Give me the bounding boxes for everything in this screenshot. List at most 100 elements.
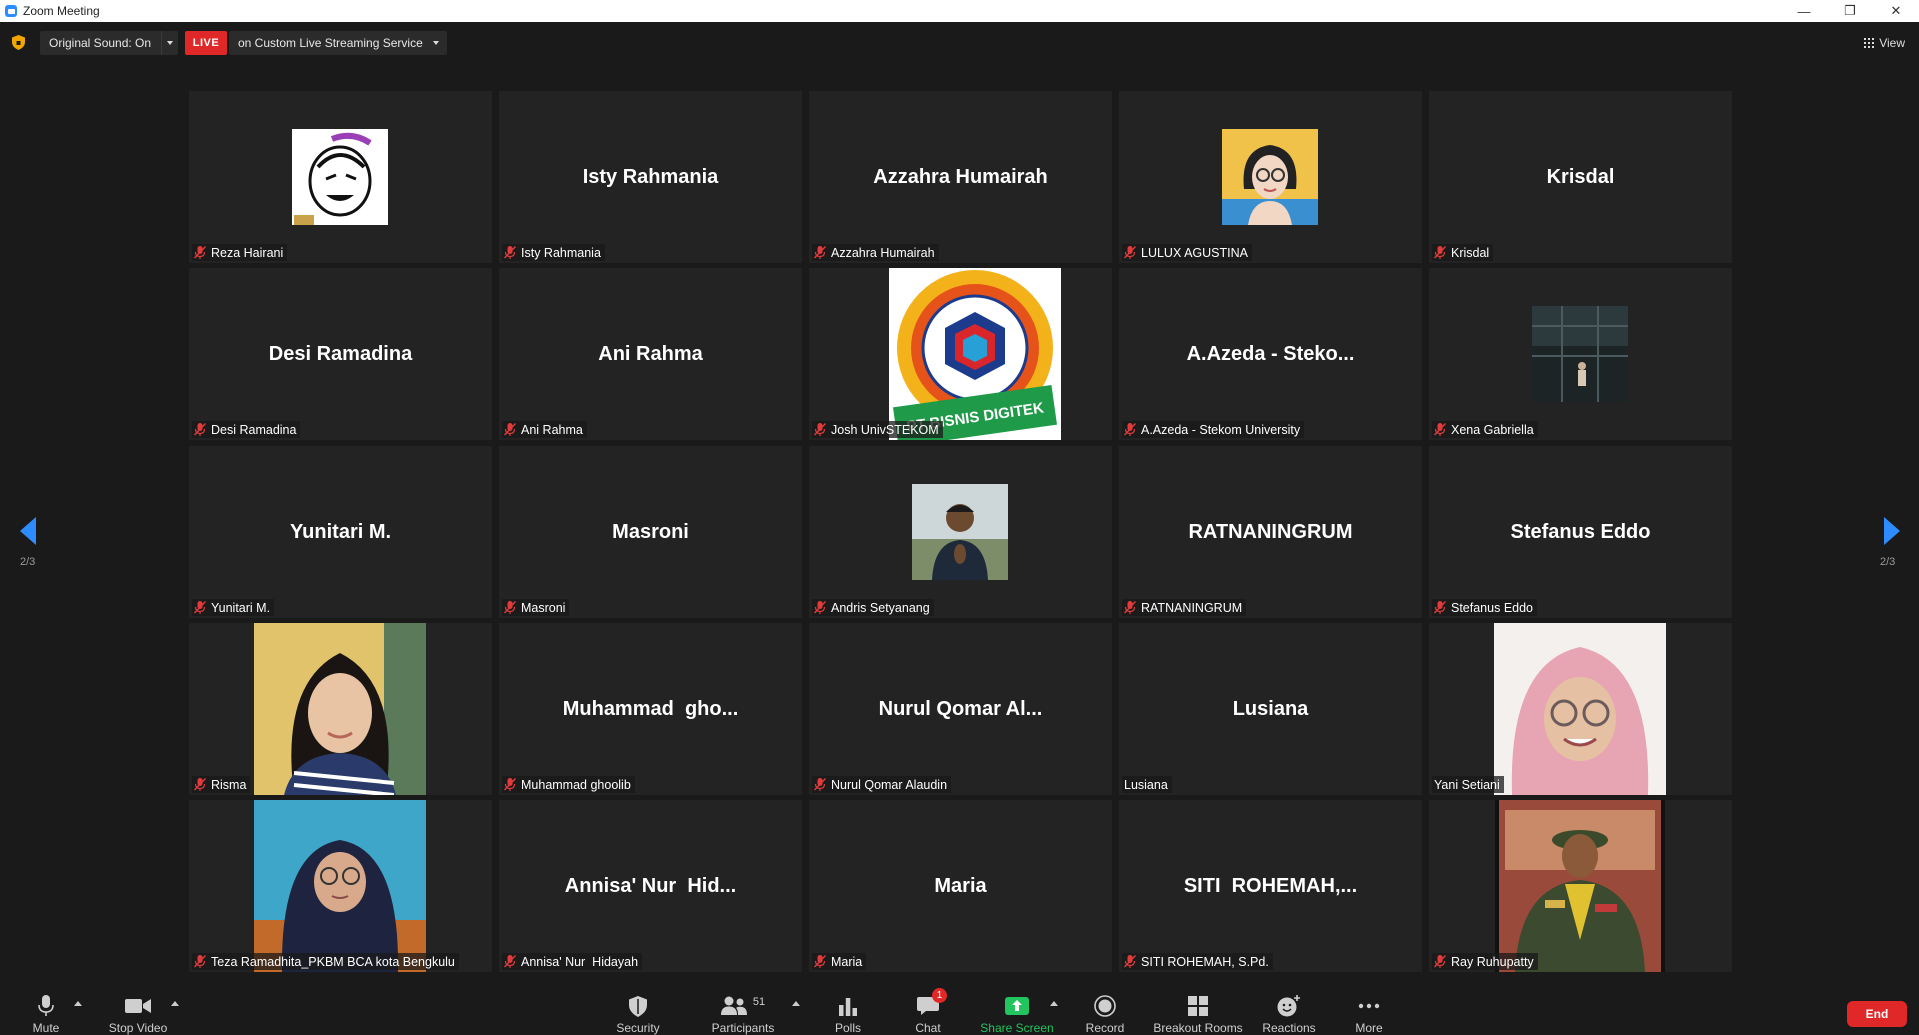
microphone-icon	[38, 995, 54, 1016]
muted-microphone-icon	[1434, 601, 1446, 614]
participant-tile[interactable]: PT BISNIS DIGITEK Josh UnivSTEKOM	[809, 268, 1112, 440]
view-button[interactable]: View	[1864, 36, 1905, 50]
muted-microphone-icon	[814, 778, 826, 791]
muted-microphone-icon	[814, 955, 826, 968]
muted-microphone-icon	[1434, 423, 1446, 436]
participant-name: Andris Setyanang	[831, 600, 930, 615]
muted-microphone-icon	[1124, 423, 1136, 436]
mute-label: Mute	[32, 1021, 60, 1035]
stop-video-label: Stop Video	[108, 1021, 168, 1035]
encryption-shield-icon[interactable]	[12, 35, 25, 50]
participant-tile[interactable]: Ray Ruhupatty	[1429, 800, 1732, 972]
title-bar: Zoom Meeting — ❐ ✕	[0, 0, 1919, 22]
participant-tile[interactable]: Andris Setyanang	[809, 446, 1112, 618]
muted-microphone-icon	[194, 955, 206, 968]
mute-button[interactable]: Mute	[28, 985, 64, 1035]
polls-bar-chart-icon	[839, 998, 857, 1016]
participant-tile[interactable]: Lusiana Lusiana	[1119, 623, 1422, 795]
participant-name-label: Azzahra Humairah	[812, 244, 939, 261]
participant-video	[1495, 800, 1665, 972]
video-options-caret-icon[interactable]	[171, 1001, 179, 1006]
participant-name: Nurul Qomar Alaudin	[831, 777, 948, 792]
audio-options-caret-icon[interactable]	[74, 1001, 82, 1006]
chat-button[interactable]: 1 Chat	[910, 985, 947, 1035]
stop-video-button[interactable]: Stop Video	[106, 985, 170, 1035]
next-page-arrow-icon[interactable]	[1884, 517, 1900, 545]
record-label: Record	[1085, 1021, 1125, 1035]
more-button[interactable]: More	[1352, 985, 1386, 1035]
participant-tile[interactable]: Ani Rahma Ani Rahma	[499, 268, 802, 440]
share-screen-button[interactable]: Share Screen	[979, 985, 1055, 1035]
participant-name-label: Muhammad ghoolib	[502, 776, 635, 793]
participant-name: Reza Hairani	[211, 245, 284, 260]
participant-tile[interactable]: Xena Gabriella	[1429, 268, 1732, 440]
close-button[interactable]: ✕	[1873, 0, 1919, 22]
participant-tile[interactable]: Desi Ramadina Desi Ramadina	[189, 268, 492, 440]
restore-button[interactable]: ❐	[1827, 0, 1873, 22]
participants-button[interactable]: 51 Participants	[710, 985, 776, 1035]
reactions-button[interactable]: Reactions	[1262, 985, 1316, 1035]
participant-tile[interactable]: Isty Rahmania Isty Rahmania	[499, 91, 802, 263]
participant-name: Muhammad ghoolib	[521, 777, 631, 792]
muted-microphone-icon	[504, 423, 516, 436]
company-logo-image: PT BISNIS DIGITEK	[889, 268, 1061, 440]
participants-count: 51	[752, 996, 766, 1008]
muted-microphone-icon	[814, 423, 826, 436]
participant-name: Teza Ramadhita_PKBM BCA kota Bengkulu	[211, 954, 455, 969]
participant-name-label: Lusiana	[1122, 776, 1172, 793]
participant-tile[interactable]: A.Azeda - Steko... A.Azeda - Stekom Unive…	[1119, 268, 1422, 440]
participant-photo	[912, 484, 1008, 580]
participant-name-label: Maria	[812, 953, 867, 970]
participant-tile[interactable]: Reza Hairani	[189, 91, 492, 263]
live-badge: LIVE	[185, 31, 227, 55]
participant-tile[interactable]: Maria Maria	[809, 800, 1112, 972]
share-options-caret-icon[interactable]	[1050, 1001, 1058, 1006]
participant-name: LULUX AGUSTINA	[1141, 245, 1248, 260]
participant-photo	[1532, 306, 1628, 402]
participant-name-label: Stefanus Eddo	[1432, 599, 1538, 616]
participant-tile[interactable]: LULUX AGUSTINA	[1119, 91, 1422, 263]
participant-tile[interactable]: Azzahra Humairah Azzahra Humairah	[809, 91, 1112, 263]
participant-tile[interactable]: Krisdal Krisdal	[1429, 91, 1732, 263]
participant-photo	[1495, 800, 1665, 972]
security-button[interactable]: Security	[613, 985, 663, 1035]
participant-name: SITI ROHEMAH, S.Pd.	[1141, 954, 1269, 969]
participant-tile[interactable]: Stefanus Eddo Stefanus Eddo	[1429, 446, 1732, 618]
record-button[interactable]: Record	[1083, 985, 1127, 1035]
original-sound-button[interactable]: Original Sound: On	[40, 31, 179, 55]
muted-microphone-icon	[1434, 955, 1446, 968]
participant-tile[interactable]: Teza Ramadhita_PKBM BCA kota Bengkulu	[189, 800, 492, 972]
breakout-rooms-button[interactable]: Breakout Rooms	[1153, 985, 1243, 1035]
muted-microphone-icon	[504, 955, 516, 968]
muted-microphone-icon	[1124, 601, 1136, 614]
participant-tile[interactable]: Yunitari M. Yunitari M.	[189, 446, 492, 618]
end-meeting-button[interactable]: End	[1847, 1001, 1907, 1027]
participant-name: Lusiana	[1124, 777, 1168, 792]
participant-photo	[1494, 623, 1666, 795]
participant-tile[interactable]: Annisa' Nur Hid... Annisa' Nur Hidayah	[499, 800, 802, 972]
muted-microphone-icon	[814, 246, 826, 259]
minimize-button[interactable]: —	[1781, 0, 1827, 22]
participant-tile[interactable]: Risma	[189, 623, 492, 795]
participant-video	[292, 129, 388, 225]
muted-microphone-icon	[1124, 955, 1136, 968]
participant-tile[interactable]: SITI ROHEMAH,... SITI ROHEMAH, S.Pd.	[1119, 800, 1422, 972]
participant-display-name: Yunitari M.	[289, 520, 392, 543]
participant-name-label: LULUX AGUSTINA	[1122, 244, 1252, 261]
participant-display-name: A.Azeda - Steko...	[1186, 342, 1355, 365]
participant-tile[interactable]: Muhammad gho... Muhammad ghoolib	[499, 623, 802, 795]
window-title: Zoom Meeting	[23, 4, 100, 18]
participants-options-caret-icon[interactable]	[792, 1001, 800, 1006]
previous-page-arrow-icon[interactable]	[20, 517, 36, 545]
polls-button[interactable]: Polls	[831, 985, 865, 1035]
participant-tile[interactable]: Nurul Qomar Al... Nurul Qomar Alaudin	[809, 623, 1112, 795]
participant-name: Masroni	[521, 600, 566, 615]
participant-video: PT BISNIS DIGITEK	[889, 268, 1061, 440]
zoom-app-icon	[5, 5, 17, 17]
participant-tile[interactable]: RATNANINGRUM RATNANINGRUM	[1119, 446, 1422, 618]
live-stream-status-button[interactable]: on Custom Live Streaming Service	[229, 31, 447, 55]
participant-tile[interactable]: Yani Setiani	[1429, 623, 1732, 795]
security-label: Security	[616, 1021, 660, 1035]
participant-tile[interactable]: Masroni Masroni	[499, 446, 802, 618]
original-sound-dropdown[interactable]	[161, 31, 178, 55]
